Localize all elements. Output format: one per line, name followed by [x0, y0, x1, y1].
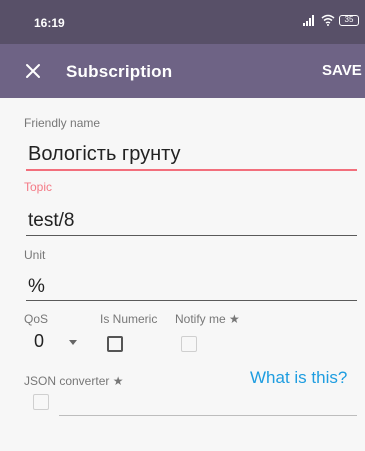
qos-select[interactable]: 0 [34, 331, 44, 352]
is-numeric-checkbox[interactable] [107, 336, 123, 352]
status-time: 16:19 [34, 16, 65, 30]
qos-label: QoS [24, 312, 49, 326]
friendly-name-label: Friendly name [24, 116, 101, 130]
app-bar: Subscription SAVE [0, 44, 365, 98]
topic-label: Topic [24, 180, 53, 194]
signal-icon [303, 14, 317, 26]
chevron-down-icon[interactable] [69, 340, 77, 345]
topic-input[interactable]: test/8 [28, 210, 74, 232]
topic-underline [26, 235, 357, 236]
notify-me-label: Notify me ★ [175, 312, 240, 326]
save-button[interactable]: SAVE [322, 62, 362, 79]
status-bar: 16:19 35 [0, 0, 365, 44]
page-title: Subscription [66, 62, 173, 81]
unit-input[interactable]: % [28, 276, 45, 298]
close-icon[interactable] [24, 62, 42, 80]
friendly-name-underline [26, 169, 357, 171]
wifi-icon [321, 14, 335, 26]
json-converter-checkbox[interactable] [33, 394, 49, 410]
friendly-name-input[interactable]: Вологість грунту [28, 143, 181, 166]
subscription-form: Friendly name Вологість грунту Topic tes… [0, 98, 365, 451]
battery-icon: 35 [339, 14, 359, 26]
json-converter-input[interactable] [59, 415, 357, 416]
unit-underline [26, 300, 357, 301]
status-icons: 35 [303, 14, 359, 26]
what-is-this-link[interactable]: What is this? [250, 368, 347, 388]
notify-me-checkbox[interactable] [181, 336, 197, 352]
is-numeric-label: Is Numeric [100, 312, 158, 326]
unit-label: Unit [24, 248, 46, 262]
json-converter-label: JSON converter ★ [24, 374, 124, 388]
